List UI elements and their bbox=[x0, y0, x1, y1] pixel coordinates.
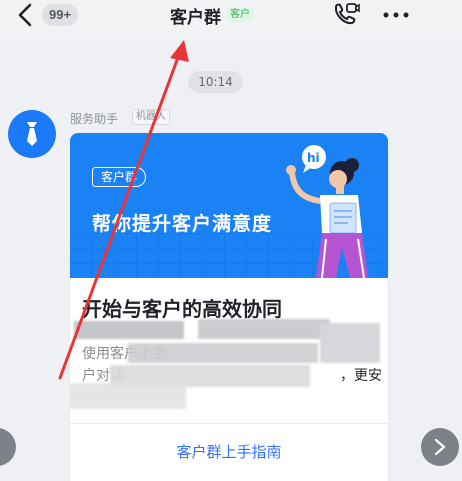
mosaic-block bbox=[74, 321, 184, 339]
sender-name: 服务助手 bbox=[70, 112, 119, 126]
customer-tag: 客户 bbox=[227, 8, 253, 22]
mosaic-block bbox=[128, 343, 318, 363]
more-dots-icon[interactable] bbox=[383, 12, 409, 18]
chat-header: 99+ 客户群 客户 bbox=[0, 0, 462, 40]
card-body-line2-tail: ，更安 bbox=[340, 368, 382, 384]
banner-chip: 客户群 bbox=[92, 167, 147, 187]
banner-headline: 帮你提升客户满意度 bbox=[92, 213, 273, 235]
guide-link[interactable]: 客户群上手指南 bbox=[70, 441, 388, 462]
message-card[interactable]: 客户群 帮你提升客户满意度 hi 开始与客户的高效协同 使用客户上手 户对话 ，… bbox=[70, 133, 388, 481]
robot-tag: 机器人 bbox=[132, 109, 170, 125]
video-call-icon[interactable] bbox=[332, 2, 360, 28]
card-divider bbox=[70, 423, 388, 424]
next-button[interactable] bbox=[421, 428, 459, 466]
woman-illustration-icon: hi bbox=[286, 145, 368, 278]
card-title: 开始与客户的高效协同 bbox=[82, 297, 282, 321]
chevron-right-icon bbox=[434, 439, 446, 455]
mosaic-block bbox=[198, 319, 330, 339]
chat-title: 客户群 bbox=[170, 7, 221, 28]
unread-count-badge[interactable]: 99+ bbox=[42, 4, 79, 26]
card-banner: 客户群 帮你提升客户满意度 hi bbox=[70, 133, 388, 278]
tie-icon bbox=[27, 122, 37, 146]
mosaic-block bbox=[70, 383, 186, 409]
message-timestamp: 10:14 bbox=[188, 71, 243, 93]
chat-title-group[interactable]: 客户群 客户 bbox=[170, 4, 253, 28]
back-chevron-icon[interactable] bbox=[16, 3, 36, 27]
svg-text:hi: hi bbox=[307, 151, 320, 165]
bot-avatar[interactable] bbox=[8, 110, 56, 158]
previous-button[interactable] bbox=[0, 428, 16, 466]
